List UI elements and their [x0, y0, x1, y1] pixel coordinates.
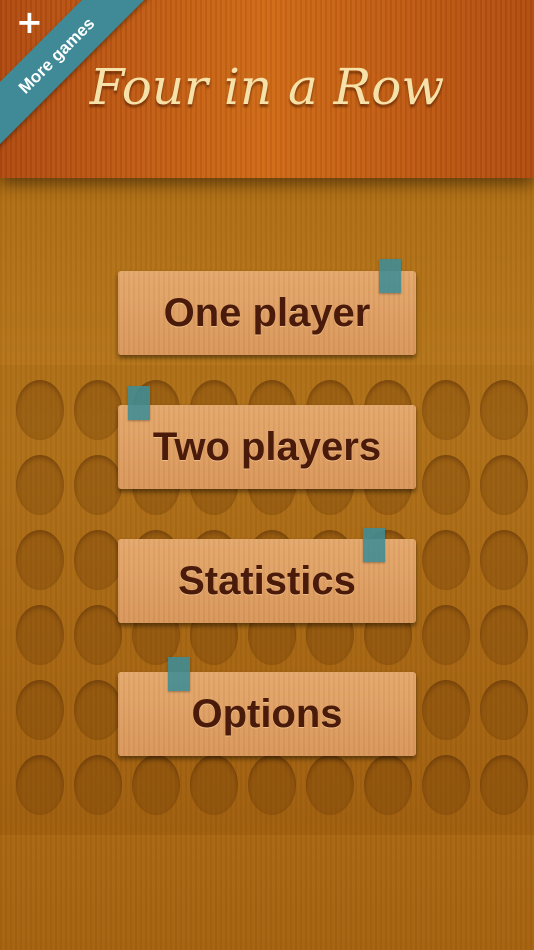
- tape-decoration: [363, 528, 385, 562]
- options-button[interactable]: Options: [118, 672, 416, 756]
- two-players-button[interactable]: Two players: [118, 405, 416, 489]
- one-player-label: One player: [163, 290, 371, 335]
- options-label: Options: [191, 691, 343, 736]
- tape-decoration: [128, 386, 150, 420]
- statistics-label: Statistics: [178, 558, 356, 603]
- one-player-button[interactable]: One player: [118, 271, 416, 355]
- two-players-label: Two players: [152, 424, 382, 469]
- tape-decoration: [379, 259, 401, 293]
- main-menu: One player Two players Statistics Option…: [0, 0, 534, 950]
- tape-decoration: [168, 657, 190, 691]
